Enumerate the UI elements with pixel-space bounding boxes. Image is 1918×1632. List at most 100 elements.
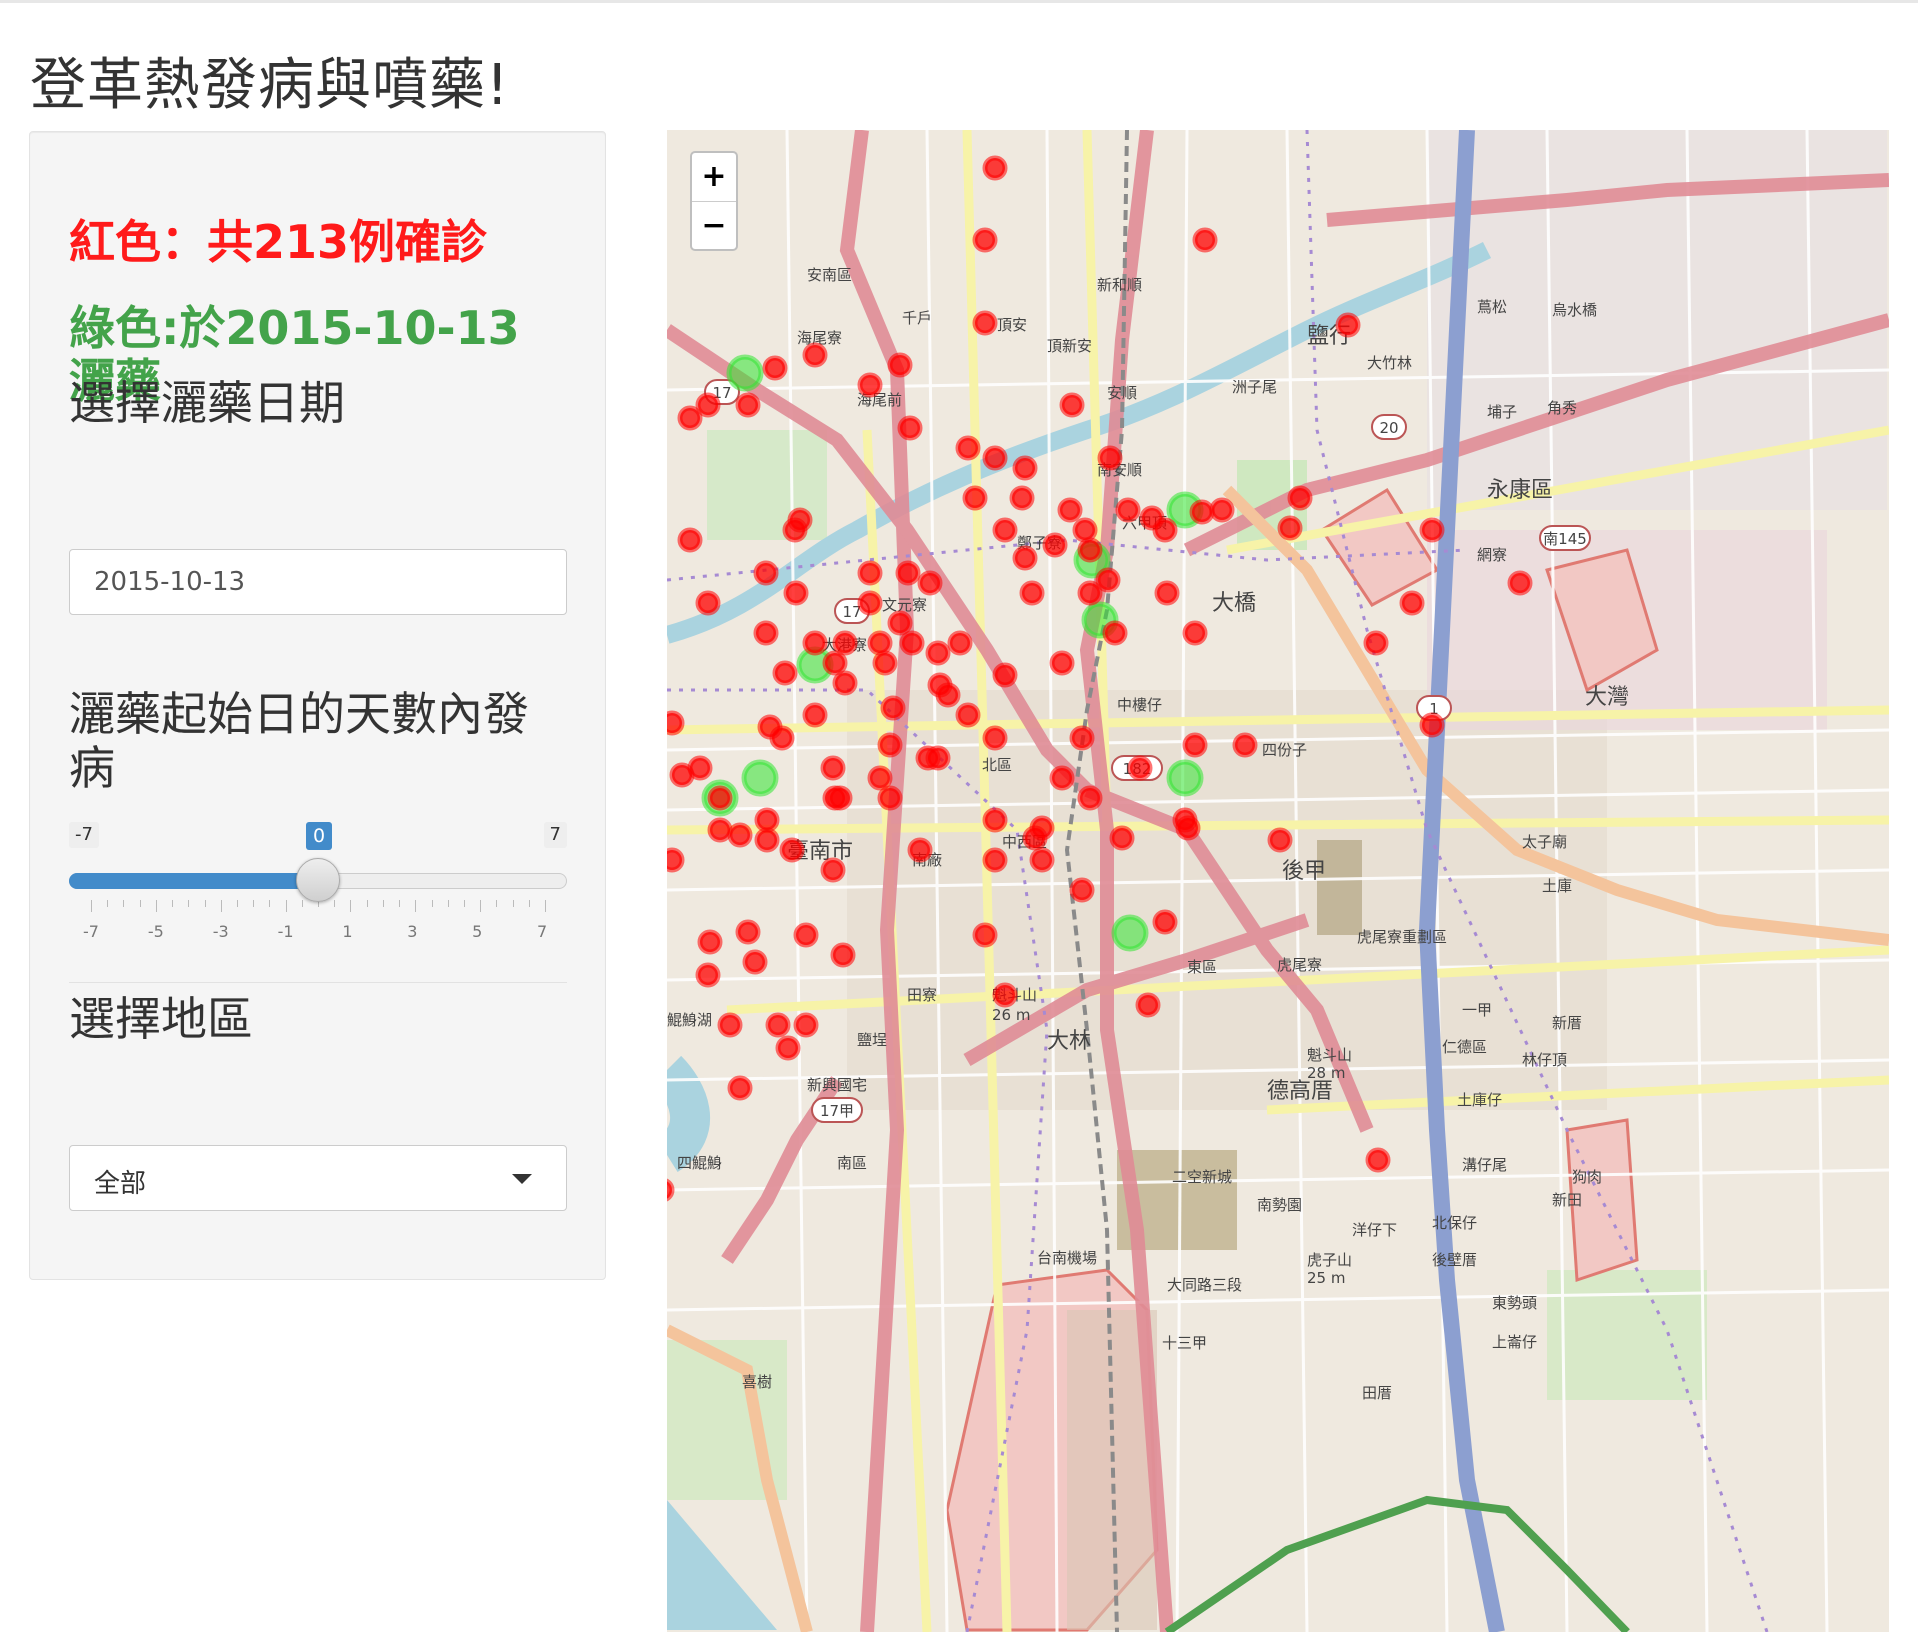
days-slider[interactable]: -7 7 0 -7 -5 -3 -1 1 3 5 7 <box>69 822 567 941</box>
case-marker[interactable] <box>1182 732 1208 758</box>
case-marker[interactable] <box>1049 650 1075 676</box>
case-marker[interactable] <box>677 527 703 553</box>
case-marker[interactable] <box>982 725 1008 751</box>
spray-marker[interactable] <box>1111 914 1149 952</box>
case-marker[interactable] <box>735 919 761 945</box>
case-marker[interactable] <box>1095 567 1121 593</box>
case-marker[interactable] <box>1419 712 1445 738</box>
case-marker[interactable] <box>877 732 903 758</box>
case-marker[interactable] <box>1059 392 1085 418</box>
case-marker[interactable] <box>972 310 998 336</box>
case-marker[interactable] <box>1232 732 1258 758</box>
case-marker[interactable] <box>727 822 753 848</box>
case-marker[interactable] <box>832 630 858 656</box>
case-marker[interactable] <box>783 580 809 606</box>
case-marker[interactable] <box>827 785 853 811</box>
case-marker[interactable] <box>772 660 798 686</box>
case-marker[interactable] <box>877 785 903 811</box>
case-marker[interactable] <box>1077 580 1103 606</box>
case-marker[interactable] <box>857 372 883 398</box>
case-marker[interactable] <box>742 949 768 975</box>
case-marker[interactable] <box>802 630 828 656</box>
case-marker[interactable] <box>775 1035 801 1061</box>
case-marker[interactable] <box>669 762 695 788</box>
case-marker[interactable] <box>880 695 906 721</box>
case-marker[interactable] <box>1077 785 1103 811</box>
case-marker[interactable] <box>779 837 805 863</box>
case-marker[interactable] <box>1019 580 1045 606</box>
case-marker[interactable] <box>1419 517 1445 543</box>
case-marker[interactable] <box>754 807 780 833</box>
case-marker[interactable] <box>907 837 933 863</box>
case-marker[interactable] <box>1069 725 1095 751</box>
case-marker[interactable] <box>695 392 721 418</box>
case-marker[interactable] <box>830 942 856 968</box>
case-marker[interactable] <box>1152 909 1178 935</box>
case-marker[interactable] <box>935 682 961 708</box>
case-marker[interactable] <box>753 560 779 586</box>
case-marker[interactable] <box>867 765 893 791</box>
case-marker[interactable] <box>822 650 848 676</box>
case-marker[interactable] <box>667 710 685 736</box>
case-marker[interactable] <box>1012 455 1038 481</box>
spray-marker[interactable] <box>726 354 764 392</box>
case-marker[interactable] <box>972 227 998 253</box>
case-marker[interactable] <box>867 630 893 656</box>
case-marker[interactable] <box>1175 815 1201 841</box>
case-marker[interactable] <box>1012 545 1038 571</box>
case-marker[interactable] <box>695 590 721 616</box>
case-marker[interactable] <box>1049 765 1075 791</box>
case-marker[interactable] <box>1189 499 1215 525</box>
case-marker[interactable] <box>769 725 795 751</box>
case-marker[interactable] <box>992 662 1018 688</box>
slider-handle[interactable] <box>296 858 340 902</box>
case-marker[interactable] <box>677 405 703 431</box>
case-marker[interactable] <box>754 827 780 853</box>
case-marker[interactable] <box>832 670 858 696</box>
spray-marker[interactable] <box>1166 759 1204 797</box>
case-marker[interactable] <box>802 342 828 368</box>
case-marker[interactable] <box>857 590 883 616</box>
case-marker[interactable] <box>707 817 733 843</box>
case-marker[interactable] <box>947 630 973 656</box>
map-canvas[interactable]: 安南區新和順海尾寮千戶 頂安頂新安安順鹽行大竹林洲子尾海尾前南安順蔦松 烏水橋埔子角… <box>667 130 1889 1632</box>
case-marker[interactable] <box>1267 827 1293 853</box>
case-marker[interactable] <box>707 785 733 811</box>
case-marker[interactable] <box>762 355 788 381</box>
case-marker[interactable] <box>1057 497 1083 523</box>
case-marker[interactable] <box>1399 590 1425 616</box>
case-marker[interactable] <box>955 435 981 461</box>
case-marker[interactable] <box>1363 630 1389 656</box>
case-marker[interactable] <box>972 922 998 948</box>
case-marker[interactable] <box>1277 515 1303 541</box>
case-marker[interactable] <box>1127 755 1153 781</box>
case-marker[interactable] <box>1042 532 1068 558</box>
case-marker[interactable] <box>727 1075 753 1101</box>
case-marker[interactable] <box>717 1012 743 1038</box>
case-marker[interactable] <box>735 392 761 418</box>
case-marker[interactable] <box>793 1012 819 1038</box>
case-marker[interactable] <box>1029 847 1055 873</box>
case-marker[interactable] <box>872 650 898 676</box>
case-marker[interactable] <box>982 807 1008 833</box>
case-marker[interactable] <box>982 445 1008 471</box>
case-marker[interactable] <box>1192 227 1218 253</box>
case-marker[interactable] <box>1072 517 1098 543</box>
case-marker[interactable] <box>802 702 828 728</box>
case-marker[interactable] <box>925 640 951 666</box>
case-marker[interactable] <box>899 630 925 656</box>
case-marker[interactable] <box>1209 497 1235 523</box>
case-marker[interactable] <box>1102 620 1128 646</box>
case-marker[interactable] <box>917 570 943 596</box>
case-marker[interactable] <box>667 1178 675 1202</box>
case-marker[interactable] <box>1109 825 1135 851</box>
case-marker[interactable] <box>1154 580 1180 606</box>
case-marker[interactable] <box>982 155 1008 181</box>
case-marker[interactable] <box>667 847 685 873</box>
zoom-out-button[interactable]: − <box>692 202 736 250</box>
case-marker[interactable] <box>765 1012 791 1038</box>
case-marker[interactable] <box>1009 485 1035 511</box>
map-view[interactable]: 安南區 新和順 海尾寮 千戶 頂安 頂新安 安順 鹽行 大竹林 洲子尾 海尾前 南安順 蔦松 烏水橋 埔子角… <box>667 130 1889 1632</box>
spray-marker[interactable] <box>741 759 779 797</box>
date-input[interactable]: 2015-10-13 <box>69 549 567 615</box>
